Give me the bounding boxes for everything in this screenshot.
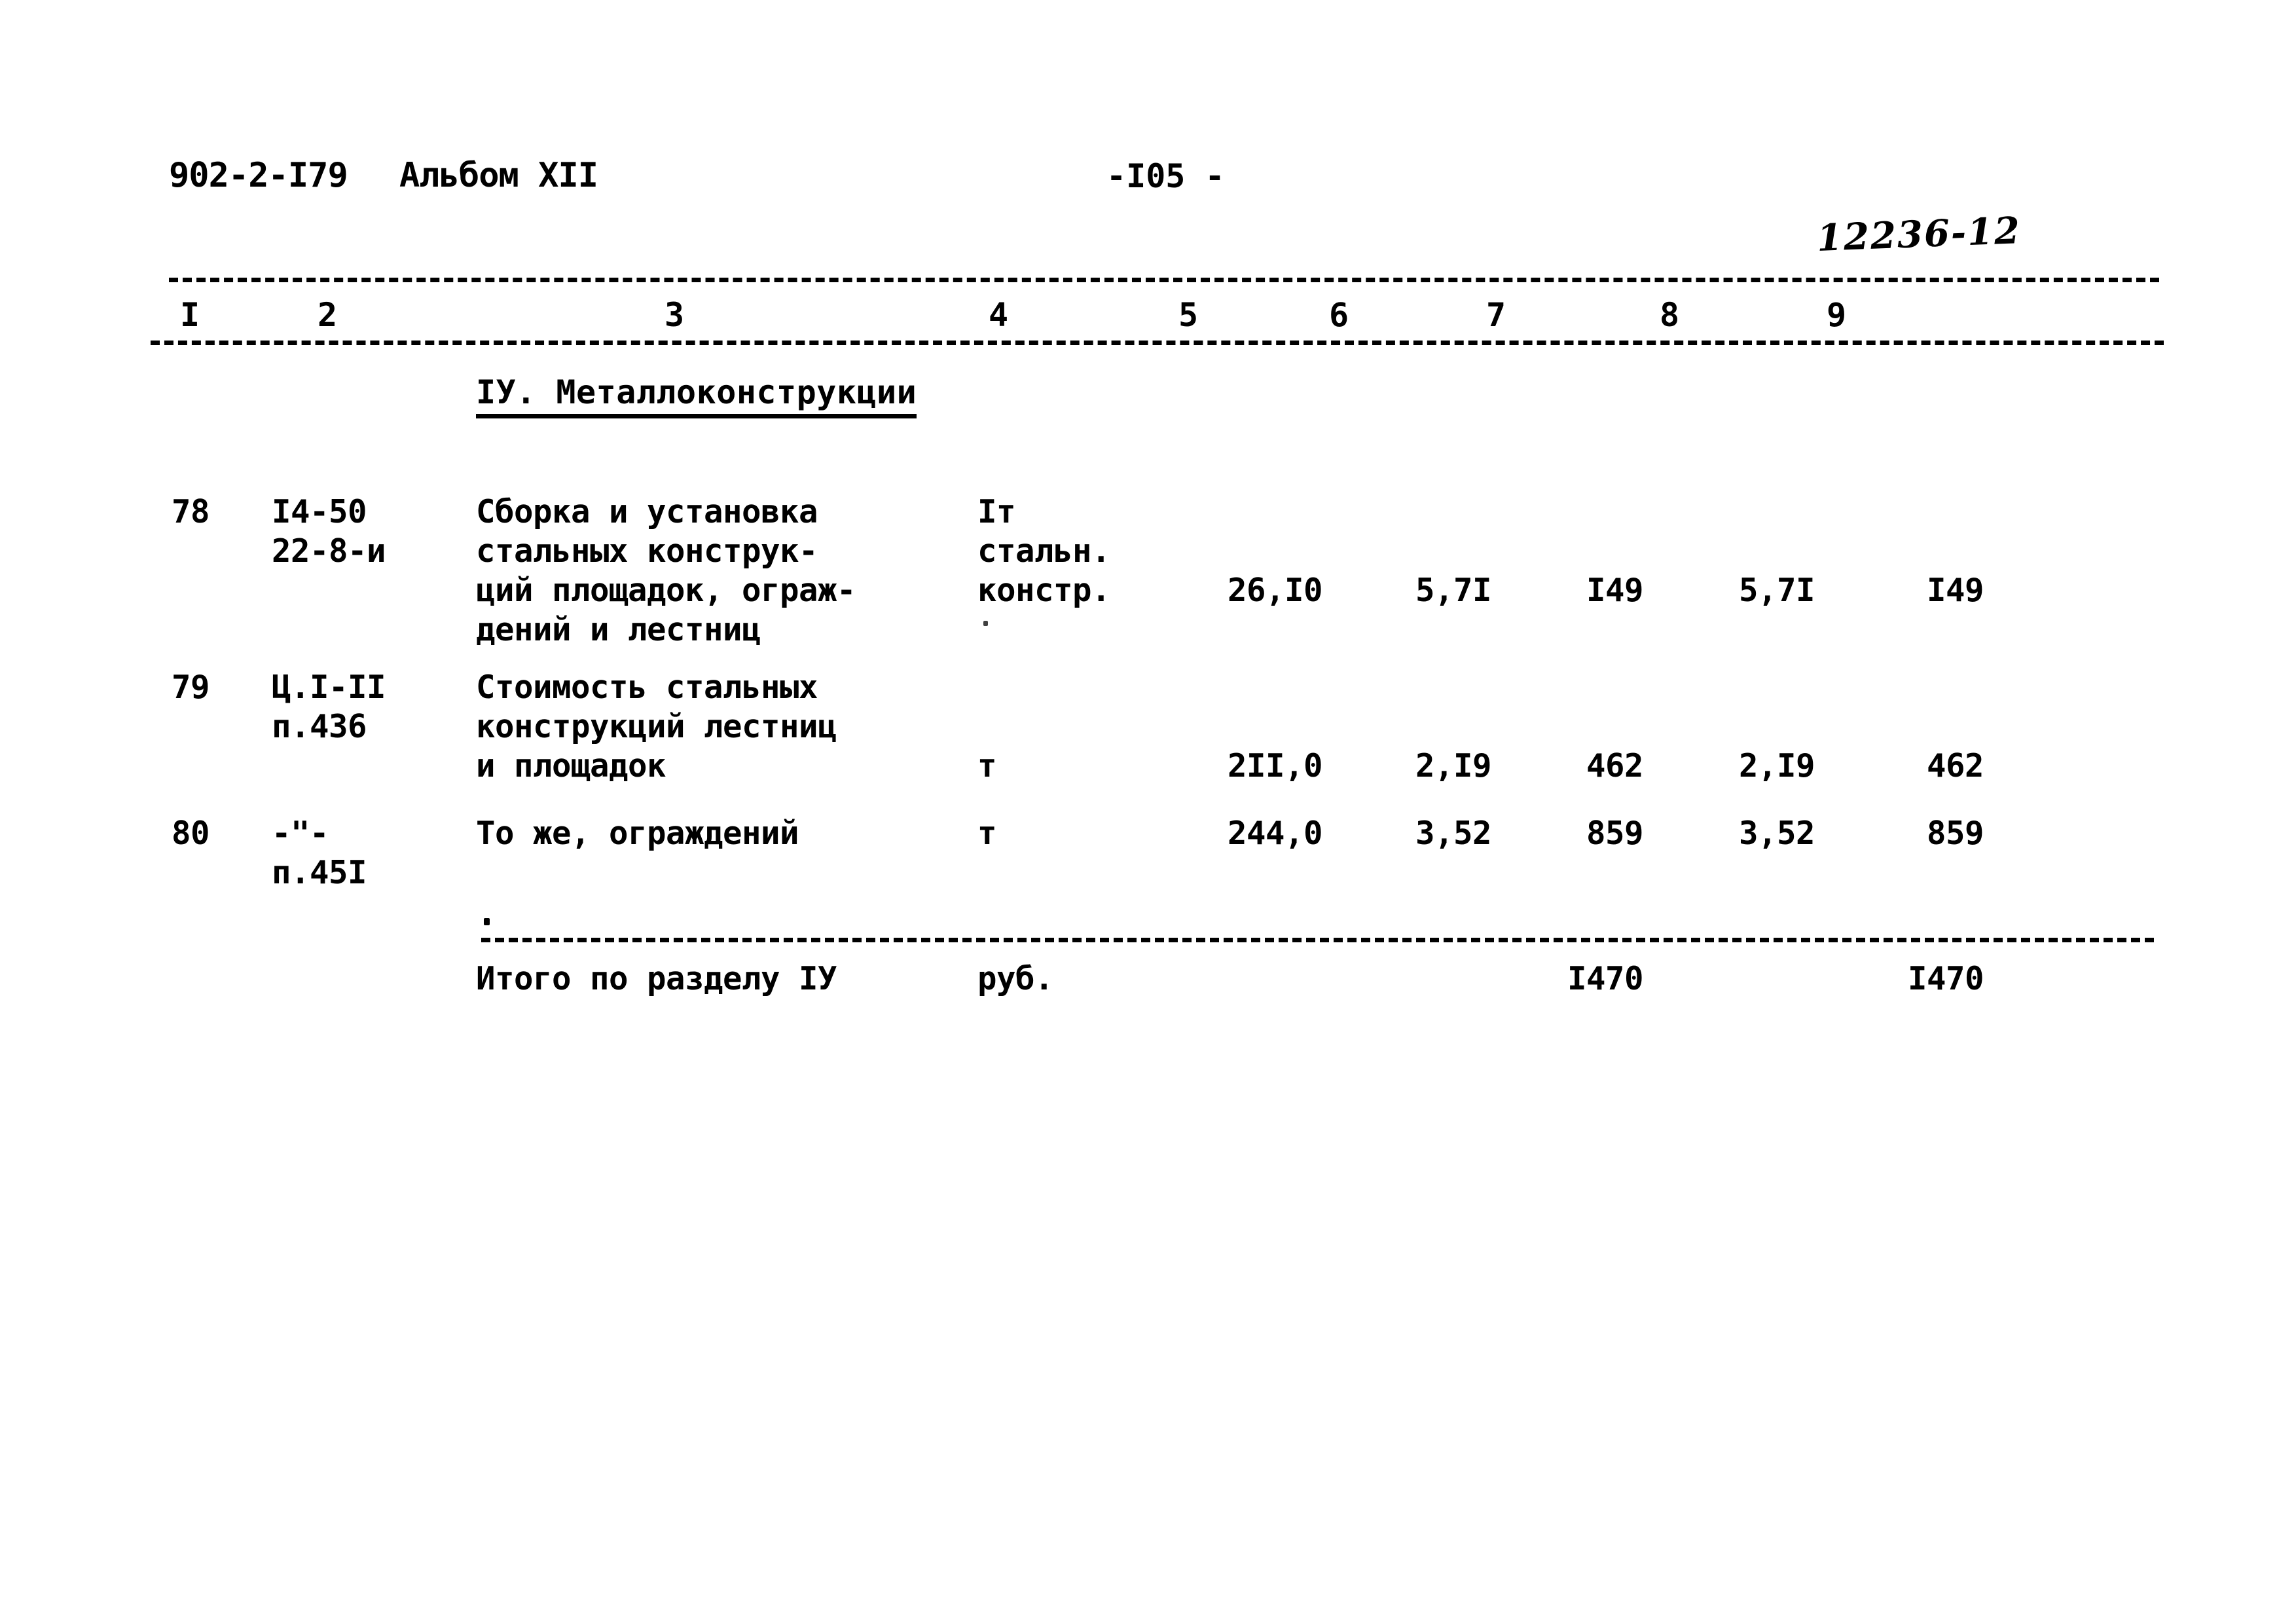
column-number-8: 8 (1659, 296, 1680, 334)
row-80-position-number: 80 (172, 815, 210, 852)
row-80-code-line-2: п.45I (272, 854, 367, 891)
row-79-col6-value: 2,I9 (1415, 747, 1492, 784)
row-79-position-number: 79 (172, 669, 210, 706)
row-78-col8-value: 5,7I (1738, 572, 1815, 609)
table-top-rule (169, 278, 2159, 282)
row-80-col5-value: 244,0 (1227, 815, 1323, 852)
row-79-col5-value: 2II,0 (1227, 747, 1323, 784)
row-78-description-line-2: стальных конструк- (476, 532, 818, 570)
row-79-code-line-2: п.436 (272, 708, 367, 745)
page-number: -I05 - (1106, 157, 1225, 195)
row-78-position-number: 78 (172, 493, 210, 530)
row-78-description-line-3: ций площадок, ограж- (476, 572, 856, 609)
row-78-col6-value: 5,7I (1415, 572, 1492, 609)
row-80-code-line-1: -"- (272, 815, 329, 852)
column-number-7: 7 (1485, 296, 1506, 334)
document-code: 902-2-I79 (169, 156, 348, 195)
row-79-code-line-1: Ц.I-II (272, 669, 386, 706)
total-col9-value: I470 (1907, 960, 1984, 997)
row-79-description-line-2: конструкций лестниц (476, 708, 837, 745)
total-separator-rule (481, 938, 2154, 942)
row-79-col8-value: 2,I9 (1738, 747, 1815, 784)
row-80-col8-value: 3,52 (1738, 815, 1815, 852)
row-78-col7-value: I49 (1586, 572, 1644, 609)
row-79-col7-value: 462 (1586, 747, 1644, 784)
scan-artifact-dot (983, 621, 988, 626)
row-80-col7-value: 859 (1586, 815, 1644, 852)
total-unit: руб. (977, 960, 1054, 997)
row-78-description-line-1: Сборка и установка (476, 493, 818, 530)
column-number-5: 5 (1178, 296, 1199, 334)
row-80-col9-value: 859 (1926, 815, 1984, 852)
column-number-3: 3 (664, 296, 685, 334)
row-80-description: То же, ограждений (476, 815, 799, 852)
row-78-col9-value: I49 (1926, 572, 1984, 609)
column-number-4: 4 (988, 296, 1009, 334)
row-78-unit-line-2: стальн. (977, 532, 1111, 570)
row-78-code-line-1: I4-50 (272, 493, 367, 530)
column-number-6: 6 (1328, 296, 1349, 334)
row-79-col9-value: 462 (1926, 747, 1984, 784)
row-78-col5-value: 26,I0 (1227, 572, 1323, 609)
document-page: 902-2-I79 Альбом XII -I05 - 12236-12 I 2… (0, 0, 2296, 1624)
scan-artifact-dot-total (484, 918, 490, 925)
row-80-col6-value: 3,52 (1415, 815, 1492, 852)
total-label: Итого по разделу IУ (476, 960, 837, 997)
column-header-bottom-rule (151, 341, 2164, 345)
row-78-code-line-2: 22-8-и (272, 532, 386, 570)
column-number-1: I (179, 296, 200, 334)
row-79-description-line-3: и площадок (476, 747, 666, 784)
section-heading: IУ. Металлоконструкции (476, 373, 917, 418)
row-78-description-line-4: дений и лестниц (476, 611, 761, 648)
column-number-2: 2 (317, 296, 338, 334)
row-79-description-line-1: Стоимость стальных (476, 669, 818, 706)
handwritten-note: 12236-12 (1815, 209, 2022, 260)
total-col7-value: I470 (1567, 960, 1644, 997)
album-label: Альбом XII (399, 156, 598, 195)
column-number-9: 9 (1826, 296, 1847, 334)
row-78-unit-line-1: Iт (977, 493, 1016, 530)
